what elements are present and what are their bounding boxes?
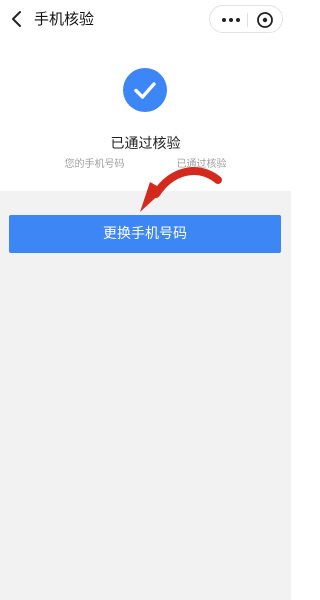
change-phone-button[interactable]: 更换手机号码 [9, 215, 281, 253]
redacted-phone-number [124, 158, 177, 168]
page-title: 手机核验 [34, 10, 95, 28]
verification-card: 已通过核验 您的手机号码 已通过核验 [0, 40, 291, 191]
back-icon[interactable] [6, 8, 28, 30]
close-icon[interactable] [254, 9, 276, 31]
description-prefix: 您的手机号码 [64, 159, 125, 170]
verification-description: 您的手机号码 已通过核验 [0, 158, 291, 172]
description-suffix: 已通过核验 [176, 159, 227, 170]
verification-status-title: 已通过核验 [110, 136, 181, 152]
capsule-divider [247, 13, 248, 27]
mini-program-capsule [209, 5, 283, 33]
top-nav-bar: 手机核验 [0, 0, 291, 40]
more-icon[interactable] [218, 6, 244, 34]
success-badge [123, 68, 167, 112]
check-icon [134, 82, 156, 99]
phone-screen: 手机核验 已通过核验 您的手机号码 已通过核验 更换手机号码 [0, 0, 291, 600]
